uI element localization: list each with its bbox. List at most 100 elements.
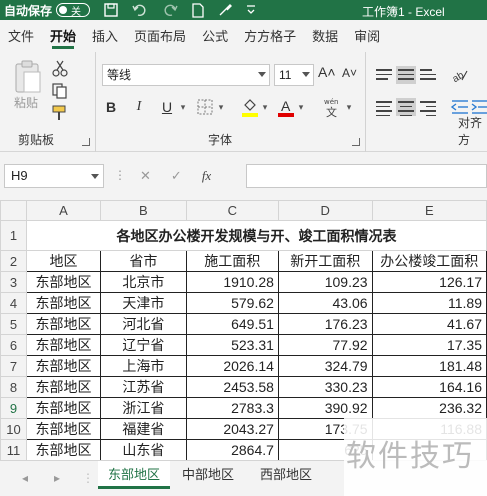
data-cell[interactable]: 390.92	[277, 397, 373, 419]
chevron-down-icon[interactable]: ▾	[178, 96, 188, 118]
header-cell[interactable]: 办公楼竣工面积	[371, 250, 487, 272]
file-icon[interactable]	[192, 2, 204, 18]
format-painter-icon[interactable]	[50, 104, 70, 122]
data-cell[interactable]: 河北省	[100, 313, 187, 335]
row-header[interactable]: 10	[0, 418, 27, 440]
increase-font-button[interactable]: A˄	[318, 64, 336, 80]
font-color-icon[interactable]: A	[276, 96, 296, 118]
data-cell[interactable]: 江苏省	[100, 376, 187, 398]
data-cell[interactable]: 东部地区	[25, 313, 102, 335]
font-name-select[interactable]: 等线	[102, 64, 270, 86]
decrease-font-button[interactable]: A˅	[342, 66, 357, 80]
row-header[interactable]: 3	[0, 271, 27, 293]
data-cell[interactable]: 176.23	[277, 313, 373, 335]
cut-icon[interactable]	[50, 60, 70, 78]
enter-icon[interactable]: ✓	[171, 168, 182, 184]
header-cell[interactable]: 省市	[100, 250, 187, 272]
brush-icon[interactable]	[218, 3, 233, 17]
row-header[interactable]: 9	[0, 397, 27, 419]
data-cell[interactable]: 东部地区	[25, 439, 102, 460]
chevron-down-icon[interactable]: ▾	[216, 96, 226, 118]
align-center-icon[interactable]	[396, 98, 416, 116]
data-cell[interactable]: 126.17	[371, 271, 487, 293]
tab-2[interactable]: 插入	[84, 20, 126, 52]
data-cell[interactable]: 236.32	[371, 397, 487, 419]
data-cell[interactable]: 东部地区	[25, 271, 102, 293]
formula-input[interactable]	[246, 164, 487, 188]
tab-3[interactable]: 页面布局	[126, 20, 194, 52]
data-cell[interactable]: 东部地区	[25, 334, 102, 356]
sheet-tab[interactable]: 东部地区	[98, 461, 171, 489]
align-middle-icon[interactable]	[396, 66, 416, 84]
borders-icon[interactable]	[196, 96, 214, 118]
row-header[interactable]: 4	[0, 292, 27, 314]
row-header[interactable]: 8	[0, 376, 27, 398]
data-cell[interactable]: 辽宁省	[100, 334, 187, 356]
undo-icon[interactable]	[132, 3, 148, 17]
tab-5[interactable]: 方方格子	[236, 20, 304, 52]
data-cell[interactable]: 福建省	[100, 418, 187, 440]
tab-0[interactable]: 文件	[0, 20, 42, 52]
underline-button[interactable]: U	[158, 96, 176, 118]
orientation-icon[interactable]: ab	[450, 66, 470, 84]
name-box[interactable]: H9	[4, 164, 104, 188]
row-header[interactable]: 6	[0, 334, 27, 356]
column-header[interactable]: B	[100, 200, 187, 221]
sheet-tab[interactable]: 中部地区	[172, 461, 244, 489]
cancel-icon[interactable]: ✕	[140, 168, 151, 184]
sheet-title-cell[interactable]: 各地区办公楼开发规模与开、竣工面积情况表	[25, 220, 487, 251]
header-cell[interactable]: 施工面积	[185, 250, 279, 272]
insert-function-icon[interactable]: fx	[202, 168, 211, 184]
data-cell[interactable]: 北京市	[100, 271, 187, 293]
tab-6[interactable]: 数据	[304, 20, 346, 52]
tab-7[interactable]: 审阅	[346, 20, 388, 52]
align-bottom-icon[interactable]	[418, 66, 438, 84]
sheet-tab[interactable]: 西部地区	[250, 461, 322, 489]
data-cell[interactable]: 77.92	[277, 334, 373, 356]
bold-button[interactable]: B	[102, 96, 120, 118]
column-header[interactable]: A	[25, 200, 102, 221]
data-cell[interactable]: 2043.27	[185, 418, 279, 440]
customize-toolbar-icon[interactable]	[246, 4, 256, 16]
row-header[interactable]: 5	[0, 313, 27, 335]
data-cell[interactable]: 330.23	[277, 376, 373, 398]
save-icon[interactable]	[104, 3, 118, 17]
data-cell[interactable]: 2453.58	[185, 376, 279, 398]
data-cell[interactable]: 1910.28	[185, 271, 279, 293]
data-cell[interactable]: 43.06	[277, 292, 373, 314]
italic-button[interactable]: I	[130, 96, 148, 118]
data-cell[interactable]: 东部地区	[25, 397, 102, 419]
tab-1[interactable]: 开始	[42, 20, 84, 52]
data-cell[interactable]: 东部地区	[25, 355, 102, 377]
data-cell[interactable]: 山东省	[100, 439, 187, 460]
tab-4[interactable]: 公式	[194, 20, 236, 52]
data-cell[interactable]: 东部地区	[25, 376, 102, 398]
column-header[interactable]: D	[277, 200, 373, 221]
data-cell[interactable]: 2026.14	[185, 355, 279, 377]
data-cell[interactable]: 天津市	[100, 292, 187, 314]
column-header[interactable]: C	[185, 200, 279, 221]
select-all-corner[interactable]	[0, 200, 27, 221]
data-cell[interactable]: 2864.7	[185, 439, 279, 460]
data-cell[interactable]: 11.89	[371, 292, 487, 314]
data-cell[interactable]: 324.79	[277, 355, 373, 377]
chevron-down-icon[interactable]: ▾	[260, 96, 270, 118]
fill-color-icon[interactable]	[240, 96, 260, 118]
data-cell[interactable]: 579.62	[185, 292, 279, 314]
data-cell[interactable]: 164.16	[371, 376, 487, 398]
column-header[interactable]: E	[371, 200, 487, 221]
data-cell[interactable]: 东部地区	[25, 292, 102, 314]
data-cell[interactable]: 649.51	[185, 313, 279, 335]
paste-icon[interactable]	[14, 60, 44, 96]
row-header[interactable]: 2	[0, 250, 27, 272]
chevron-down-icon[interactable]: ▾	[296, 96, 306, 118]
data-cell[interactable]: 181.48	[371, 355, 487, 377]
data-cell[interactable]: 17.35	[371, 334, 487, 356]
data-cell[interactable]: 41.67	[371, 313, 487, 335]
align-left-icon[interactable]	[374, 98, 394, 116]
align-right-icon[interactable]	[418, 98, 438, 116]
row-header[interactable]: 1	[0, 220, 27, 251]
data-cell[interactable]: 2783.3	[185, 397, 279, 419]
row-header[interactable]: 7	[0, 355, 27, 377]
header-cell[interactable]: 新开工面积	[277, 250, 373, 272]
